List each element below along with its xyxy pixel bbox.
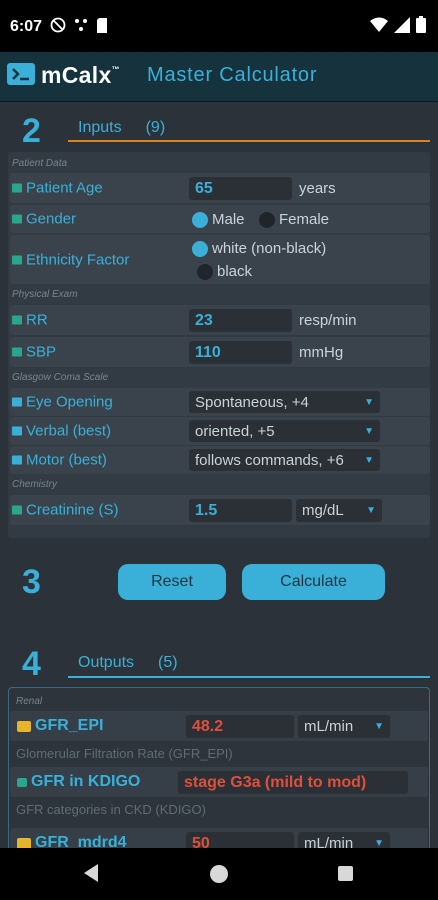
gfr-epi-row: GFR_EPI 48.2 mL/min ▼ [10, 711, 428, 741]
creatinine-unit-select[interactable]: mg/dL ▼ [296, 499, 382, 522]
step-number-3: 3 [22, 563, 41, 601]
gender-female-radio[interactable]: Female [259, 211, 329, 228]
dropdown-arrow-icon: ▼ [364, 454, 374, 466]
dropdown-arrow-icon: ▼ [374, 721, 384, 732]
gfr-epi-description: Glomerular Filtration Rate (GFR_EPI) [16, 746, 233, 761]
input-tag-icon [12, 505, 22, 515]
calculate-button[interactable]: Calculate [242, 564, 385, 600]
navigation-bar [0, 848, 438, 900]
ethnicity-white-radio[interactable]: white (non-black) [192, 240, 326, 257]
patient-age-row: Patient Age 65 years [10, 173, 430, 203]
inputs-divider [68, 140, 430, 142]
outputs-section-title[interactable]: Outputs (5) [78, 654, 178, 672]
step-number-2: 2 [22, 112, 41, 150]
step-number-4: 4 [22, 645, 41, 683]
group-label-renal: Renal [16, 696, 43, 707]
gfr-kdigo-value: stage G3a (mild to mod) [178, 771, 408, 794]
app-title: Master Calculator [147, 64, 318, 86]
dropdown-arrow-icon: ▼ [364, 396, 374, 408]
creatinine-input[interactable]: 1.5 [189, 499, 292, 522]
gfr-epi-label: GFR_EPI [35, 717, 104, 734]
gfr-mdrd4-label: GFR_mdrd4 [35, 834, 127, 848]
patient-age-label: Patient Age [26, 179, 103, 197]
gfr-epi-value: 48.2 [186, 715, 294, 738]
wifi-icon [370, 17, 388, 32]
ethnicity-black-radio[interactable]: black [197, 263, 252, 280]
eye-opening-label: Eye Opening [26, 393, 113, 411]
sbp-row: SBP 110 mmHg [10, 337, 430, 367]
app-bar: mCalx™ Master Calculator [0, 52, 438, 102]
input-tag-icon [12, 347, 22, 357]
eye-opening-select[interactable]: Spontaneous, +4 ▼ [189, 391, 380, 413]
output-tag-icon [17, 777, 27, 787]
gender-male-radio[interactable]: Male [192, 211, 245, 228]
input-tag-icon [12, 255, 22, 264]
app-brand: mCalx™ [41, 62, 120, 88]
network-dots-icon [75, 19, 87, 31]
creatinine-label: Creatinine (S) [26, 501, 119, 519]
select-tag-icon [12, 426, 22, 436]
gender-row: Gender Male Female [10, 205, 430, 233]
outputs-divider [68, 676, 430, 678]
input-tag-icon [12, 183, 22, 193]
patient-age-unit: years [299, 180, 336, 197]
gfr-epi-unit-select[interactable]: mL/min ▼ [298, 715, 390, 738]
app-logo-icon [7, 63, 35, 85]
creatinine-row: Creatinine (S) 1.5 mg/dL ▼ [10, 495, 430, 525]
patient-age-input[interactable]: 65 [189, 177, 292, 200]
motor-label: Motor (best) [26, 451, 107, 469]
dropdown-arrow-icon: ▼ [374, 838, 384, 848]
battery-icon [416, 16, 426, 33]
group-label-gcs: Glasgow Coma Scale [12, 372, 109, 383]
input-tag-icon [12, 214, 22, 224]
sbp-input[interactable]: 110 [189, 341, 292, 364]
verbal-select[interactable]: oriented, +5 ▼ [189, 420, 380, 442]
sd-card-icon [97, 17, 107, 33]
reset-button[interactable]: Reset [118, 564, 226, 600]
back-icon[interactable] [84, 864, 98, 882]
gfr-mdrd4-unit-select[interactable]: mL/min ▼ [298, 832, 390, 848]
group-label-patient: Patient Data [12, 158, 68, 169]
status-time: 6:07 [10, 18, 43, 35]
home-icon[interactable] [210, 865, 228, 883]
gfr-mdrd4-value: 50 [186, 832, 294, 848]
gender-label: Gender [26, 210, 77, 228]
motor-row: Motor (best) follows commands, +6 ▼ [10, 446, 430, 474]
ethnicity-row: Ethnicity Factor white (non-black) black [10, 235, 430, 284]
output-tag-icon [17, 837, 31, 848]
gfr-mdrd4-row: GFR_mdrd4 50 mL/min ▼ [10, 828, 428, 848]
verbal-row: Verbal (best) oriented, +5 ▼ [10, 417, 430, 445]
inputs-section-title[interactable]: Inputs (9) [78, 119, 165, 137]
status-bar: 6:07 [0, 0, 438, 52]
motor-select[interactable]: follows commands, +6 ▼ [189, 449, 380, 471]
sbp-unit: mmHg [299, 344, 344, 361]
verbal-label: Verbal (best) [26, 422, 112, 440]
rr-label: RR [26, 311, 48, 329]
gfr-kdigo-description: GFR categories in CKD (KDIGO) [16, 802, 206, 817]
rr-unit: resp/min [299, 312, 357, 329]
output-tag-icon [17, 720, 31, 732]
do-not-disturb-icon [50, 17, 66, 33]
rr-row: RR 23 resp/min [10, 305, 430, 335]
sbp-label: SBP [26, 343, 57, 361]
ethnicity-label: Ethnicity Factor [26, 251, 130, 268]
gfr-kdigo-row: GFR in KDIGO stage G3a (mild to mod) [10, 767, 428, 797]
dropdown-arrow-icon: ▼ [366, 505, 376, 516]
select-tag-icon [12, 455, 22, 465]
signal-icon [394, 16, 410, 33]
group-label-exam: Physical Exam [12, 289, 78, 300]
recents-icon[interactable] [338, 866, 353, 881]
dropdown-arrow-icon: ▼ [364, 425, 374, 437]
group-label-chem: Chemistry [12, 479, 58, 490]
select-tag-icon [12, 397, 22, 407]
gfr-kdigo-label: GFR in KDIGO [31, 773, 141, 790]
input-tag-icon [12, 315, 22, 325]
calculator-content[interactable]: 2 Inputs (9) Patient Data Patient Age 65 … [0, 102, 438, 848]
eye-opening-row: Eye Opening Spontaneous, +4 ▼ [10, 388, 430, 416]
rr-input[interactable]: 23 [189, 309, 292, 332]
